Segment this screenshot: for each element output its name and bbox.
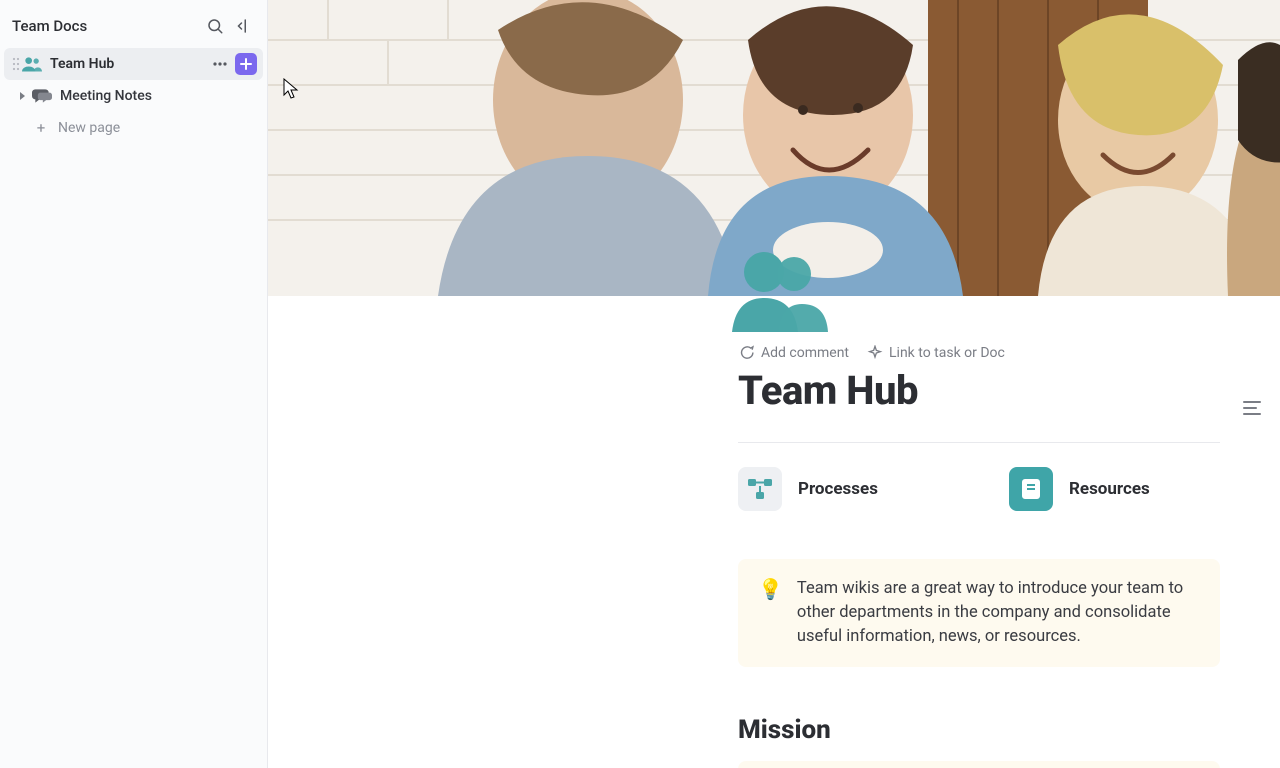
new-page-label: New page [58, 120, 120, 136]
sidebar-item-team-hub[interactable]: Team Hub [4, 48, 263, 80]
people-icon [22, 54, 42, 74]
add-subpage-button[interactable] [235, 53, 257, 75]
tile-resources[interactable]: Resources [1009, 467, 1220, 511]
sidebar: Team Docs Team Hub [0, 0, 268, 768]
collapse-sidebar-icon[interactable] [231, 14, 255, 38]
sidebar-item-label: Team Hub [50, 56, 114, 72]
page-emoji-icon[interactable] [730, 248, 830, 336]
sidebar-nav: Team Hub Meeting Notes + New pag [0, 48, 267, 144]
callout-text: Team wikis are a great way to introduce … [797, 577, 1200, 649]
link-tiles: Processes Resources [738, 467, 1220, 511]
tile-label: Processes [798, 479, 878, 499]
link-task-label: Link to task or Doc [889, 345, 1005, 361]
add-comment-button[interactable]: Add comment [738, 344, 849, 361]
more-icon[interactable] [209, 53, 231, 75]
bulb-icon: 💡 [758, 577, 783, 649]
new-page-button[interactable]: + New page [4, 112, 263, 144]
nav-item-actions [209, 53, 257, 75]
tile-processes[interactable]: Processes [738, 467, 949, 511]
add-comment-label: Add comment [761, 345, 849, 361]
document-body: Add comment Link to task or Doc Team Hub… [268, 296, 1280, 768]
link-task-button[interactable]: Link to task or Doc [867, 345, 1005, 361]
drag-handle-icon[interactable] [10, 56, 22, 72]
plus-icon: + [32, 119, 50, 137]
tile-label: Resources [1069, 479, 1150, 499]
search-icon[interactable] [203, 14, 227, 38]
divider [738, 442, 1220, 443]
section-heading-mission[interactable]: Mission [738, 715, 1220, 745]
book-icon [1009, 467, 1053, 511]
chat-bubbles-icon [32, 86, 52, 106]
callout-mission-placeholder[interactable]: Share your team's mission to everybody i… [738, 761, 1220, 768]
document-main: Add comment Link to task or Doc Team Hub… [268, 0, 1280, 768]
document-title[interactable]: Team Hub [738, 367, 1220, 414]
workspace-title[interactable]: Team Docs [12, 17, 203, 35]
doc-meta-row: Add comment Link to task or Doc [738, 344, 1220, 361]
toc-toggle-icon[interactable] [1242, 400, 1262, 420]
sidebar-header: Team Docs [0, 6, 267, 48]
flowchart-icon [738, 467, 782, 511]
sidebar-item-label: Meeting Notes [60, 88, 152, 104]
sidebar-item-meeting-notes[interactable]: Meeting Notes [4, 80, 263, 112]
caret-right-icon[interactable] [16, 89, 30, 103]
callout-tip[interactable]: 💡 Team wikis are a great way to introduc… [738, 559, 1220, 667]
